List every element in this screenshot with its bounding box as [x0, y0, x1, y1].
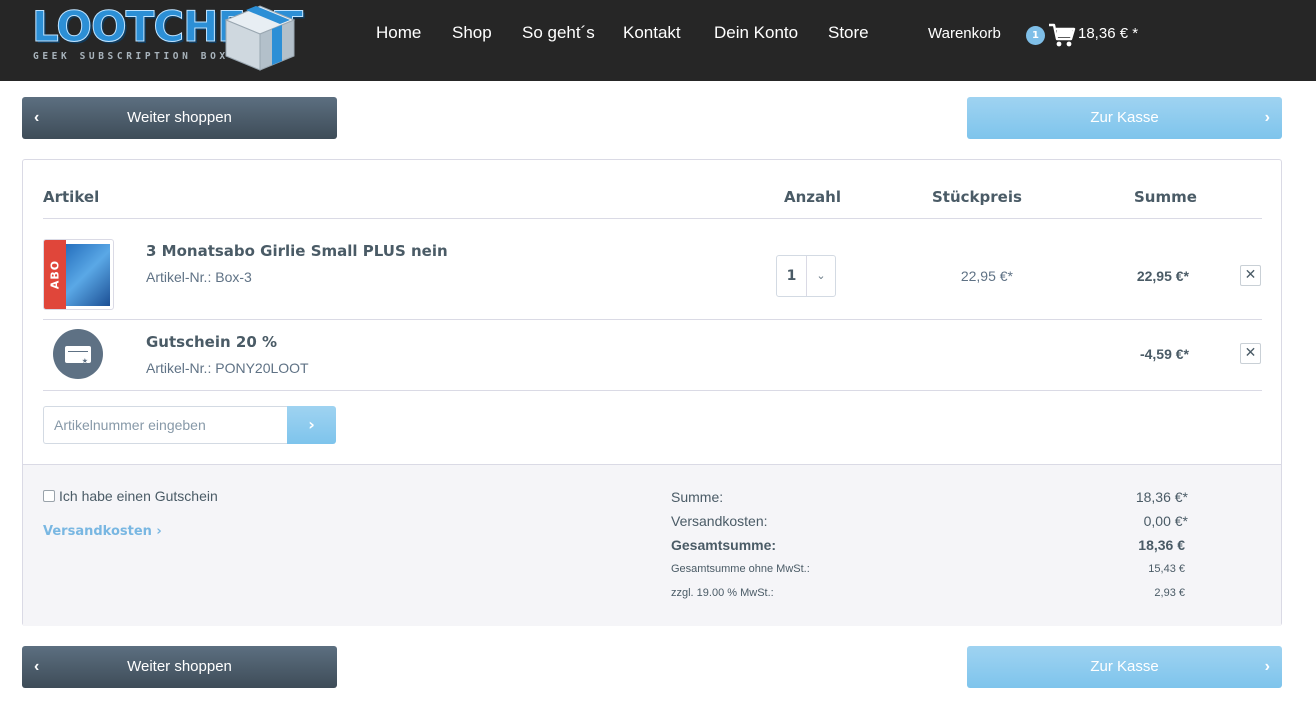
nav-shop[interactable]: Shop — [452, 22, 492, 44]
product-name[interactable]: 3 Monatsabo Girlie Small PLUS nein — [146, 242, 448, 260]
continue-shopping-button-bottom[interactable]: ‹ Weiter shoppen — [22, 646, 337, 688]
divider — [43, 319, 1262, 320]
top-navigation-bar: LOOTCHEST GEEK SUBSCRIPTION BOX Home Sho… — [0, 0, 1316, 81]
nav-store[interactable]: Store — [828, 22, 869, 44]
continue-shopping-label: Weiter shoppen — [127, 109, 232, 126]
product-image — [60, 244, 110, 306]
chevron-left-icon: ‹ — [34, 109, 40, 126]
divider — [43, 390, 1262, 391]
voucher-article-number: Artikel-Nr.: PONY20LOOT — [146, 360, 309, 376]
quantity-select[interactable]: 1 ⌄ — [776, 255, 836, 297]
chevron-right-icon: › — [1264, 109, 1270, 126]
voucher-checkbox-label[interactable]: Ich habe einen Gutschein — [59, 488, 218, 504]
chevron-down-icon: ⌄ — [816, 269, 826, 282]
total-label: Gesamtsumme: — [671, 537, 777, 553]
chevron-left-icon: ‹ — [34, 658, 40, 675]
logo-subtitle: GEEK SUBSCRIPTION BOX — [33, 51, 229, 62]
product-thumbnail[interactable]: ABO — [43, 239, 114, 310]
unit-price: 22,95 €* — [960, 268, 1013, 284]
nav-contact[interactable]: Kontakt — [623, 22, 681, 44]
checkout-label: Zur Kasse — [1090, 109, 1159, 126]
net-total-label: Gesamtsumme ohne MwSt.: — [671, 563, 810, 575]
shipping-label: Versandkosten: — [671, 513, 768, 529]
nav-account[interactable]: Dein Konto — [714, 22, 798, 44]
remove-voucher-button[interactable]: ✕ — [1240, 343, 1261, 364]
shipping-value: 0,00 €* — [1143, 513, 1188, 529]
column-header-quantity: Anzahl — [784, 188, 841, 206]
chevron-right-icon: › — [1264, 658, 1270, 675]
quantity-value: 1 — [777, 256, 807, 296]
voucher-sum: -4,59 €* — [1139, 346, 1189, 362]
voucher-icon — [53, 329, 103, 379]
shopping-cart-icon[interactable] — [1048, 22, 1076, 48]
checkout-button-bottom[interactable]: Zur Kasse › — [967, 646, 1282, 688]
abo-badge: ABO — [44, 240, 66, 309]
voucher-checkbox[interactable] — [43, 490, 55, 502]
cart-summary-area: Ich habe einen Gutschein Versandkosten ›… — [23, 464, 1281, 626]
chest-box-icon — [224, 5, 296, 71]
cart-total[interactable]: 18,36 € * — [1078, 25, 1138, 42]
article-number-input[interactable] — [43, 406, 287, 444]
checkout-label: Zur Kasse — [1090, 658, 1159, 675]
shipping-costs-link[interactable]: Versandkosten › — [43, 524, 162, 539]
total-value: 18,36 € — [1138, 537, 1185, 553]
net-total-value: 15,43 € — [1148, 563, 1185, 575]
column-header-sum: Summe — [1134, 188, 1197, 206]
subtotal-value: 18,36 €* — [1135, 489, 1188, 505]
continue-shopping-label: Weiter shoppen — [127, 658, 232, 675]
subtotal-label: Summe: — [671, 489, 724, 505]
nav-how-it-works[interactable]: So geht´s — [522, 22, 595, 44]
tax-label: zzgl. 19.00 % MwSt.: — [671, 587, 774, 599]
tax-value: 2,93 € — [1154, 587, 1185, 599]
nav-home[interactable]: Home — [376, 22, 421, 44]
cart-count-badge: 1 — [1026, 26, 1045, 45]
continue-shopping-button-top[interactable]: ‹ Weiter shoppen — [22, 97, 337, 139]
voucher-name: Gutschein 20 % — [146, 333, 278, 351]
cart-label[interactable]: Warenkorb — [928, 25, 1001, 42]
cart-panel: Artikel Anzahl Stückpreis Summe ABO 3 Mo… — [22, 159, 1282, 626]
add-article-button[interactable]: › — [287, 406, 336, 444]
checkout-button-top[interactable]: Zur Kasse › — [967, 97, 1282, 139]
row-sum: 22,95 €* — [1136, 268, 1189, 284]
lootchest-logo[interactable]: LOOTCHEST GEEK SUBSCRIPTION BOX — [30, 2, 303, 72]
column-header-unit-price: Stückpreis — [932, 188, 1022, 206]
column-header-article: Artikel — [43, 188, 100, 206]
product-article-number: Artikel-Nr.: Box-3 — [146, 269, 252, 285]
remove-item-button[interactable]: ✕ — [1240, 265, 1261, 286]
divider — [43, 218, 1262, 219]
